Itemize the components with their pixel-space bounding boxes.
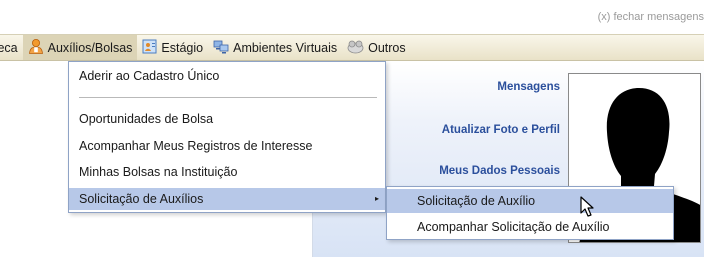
- menu-biblioteca[interactable]: teca: [0, 35, 23, 60]
- menu-item-minhas-bolsas[interactable]: Minhas Bolsas na Instituição: [69, 161, 385, 183]
- menu-item-oportunidades-bolsa[interactable]: Oportunidades de Bolsa: [69, 108, 385, 130]
- menu-item-label: Solicitação de Auxílios: [79, 192, 204, 206]
- solicitacao-auxilios-submenu: Solicitação de Auxílio Acompanhar Solici…: [386, 186, 674, 240]
- menu-outros[interactable]: Outros: [342, 35, 411, 60]
- menu-biblioteca-label: teca: [0, 40, 18, 55]
- network-icon: [213, 39, 229, 57]
- menu-auxilios-bolsas[interactable]: Auxílios/Bolsas: [22, 35, 138, 60]
- submenu-item-acompanhar-solicitacao[interactable]: Acompanhar Solicitação de Auxílio: [387, 215, 673, 239]
- document-icon: [142, 39, 157, 57]
- my-personal-data-link[interactable]: Meus Dados Pessoais: [439, 165, 560, 177]
- menu-auxilios-bolsas-label: Auxílios/Bolsas: [47, 40, 133, 55]
- menu-item-label: Acompanhar Meus Registros de Interesse: [79, 139, 313, 153]
- menu-item-label: Minhas Bolsas na Instituição: [79, 165, 238, 179]
- menu-outros-label: Outros: [368, 40, 406, 55]
- menu-separator: [79, 97, 377, 98]
- menu-estagio[interactable]: Estágio: [137, 35, 208, 60]
- menu-item-solicitacao-auxilios[interactable]: Solicitação de Auxílios ▸: [69, 188, 385, 210]
- close-messages-link[interactable]: (x) fechar mensagens: [598, 11, 704, 23]
- user-icon: [28, 38, 44, 57]
- submenu-item-label: Acompanhar Solicitação de Auxílio: [417, 220, 610, 234]
- menu-ambientes-virtuais-label: Ambientes Virtuais: [233, 40, 338, 55]
- main-menubar: teca Auxílios/Bolsas Estágio: [0, 34, 704, 61]
- menu-item-acompanhar-registros[interactable]: Acompanhar Meus Registros de Interesse: [69, 135, 385, 157]
- menu-ambientes-virtuais[interactable]: Ambientes Virtuais: [208, 35, 342, 60]
- messages-link[interactable]: Mensagens: [497, 81, 560, 93]
- other-icon: [347, 39, 364, 57]
- auxilios-bolsas-dropdown: Aderir ao Cadastro Único Oportunidades d…: [68, 61, 386, 213]
- menu-estagio-label: Estágio: [161, 40, 204, 55]
- submenu-arrow-icon: ▸: [374, 194, 379, 203]
- mouse-cursor-icon: [580, 196, 594, 217]
- menu-item-label: Aderir ao Cadastro Único: [79, 69, 220, 83]
- menu-item-aderir-cadastro[interactable]: Aderir ao Cadastro Único: [69, 65, 385, 87]
- submenu-item-label: Solicitação de Auxílio: [417, 194, 536, 208]
- update-photo-profile-link[interactable]: Atualizar Foto e Perfil: [442, 124, 560, 136]
- submenu-item-solicitacao-auxilio[interactable]: Solicitação de Auxílio: [387, 189, 673, 213]
- menu-item-label: Oportunidades de Bolsa: [79, 112, 214, 126]
